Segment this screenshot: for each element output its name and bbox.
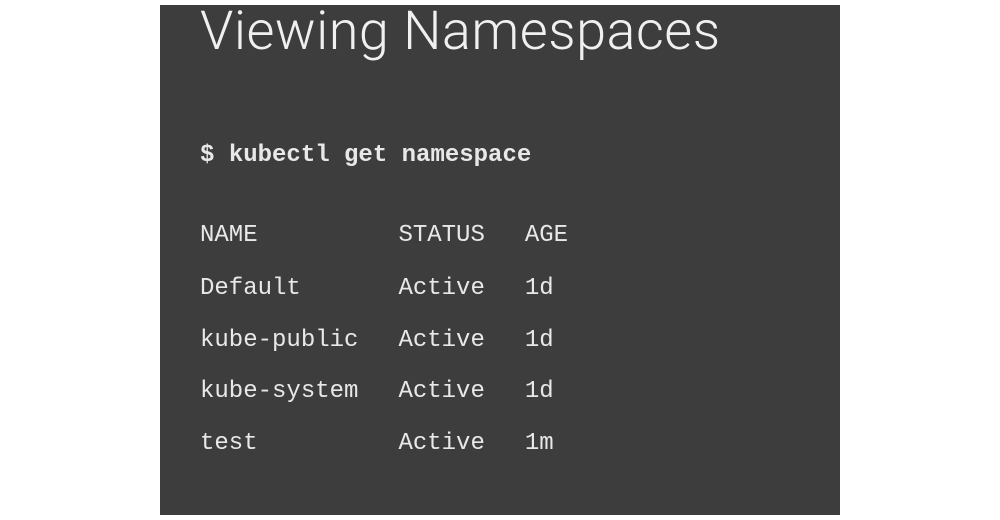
cell-age: 1d xyxy=(525,369,608,415)
cell-status: Active xyxy=(398,421,524,467)
table-header-row: NAME STATUS AGE xyxy=(200,213,608,261)
table-row: kube-public Active 1d xyxy=(200,318,608,364)
cell-name: kube-public xyxy=(200,318,398,364)
cell-name: Default xyxy=(200,266,398,312)
table-row: test Active 1m xyxy=(200,421,608,467)
cell-status: Active xyxy=(398,369,524,415)
cell-age: 1d xyxy=(525,266,608,312)
header-age: AGE xyxy=(525,213,608,261)
header-status: STATUS xyxy=(398,213,524,261)
cell-age: 1m xyxy=(525,421,608,467)
table-row: Default Active 1d xyxy=(200,266,608,312)
cell-status: Active xyxy=(398,318,524,364)
shell-command: kubectl get namespace xyxy=(229,142,531,169)
command-line: $ kubectl get namespace xyxy=(200,133,800,179)
slide: Viewing Namespaces $ kubectl get namespa… xyxy=(160,5,840,515)
slide-title: Viewing Namespaces xyxy=(200,5,800,63)
cell-status: Active xyxy=(398,266,524,312)
cell-age: 1d xyxy=(525,318,608,364)
namespace-table: NAME STATUS AGE Default Active 1d kube-p… xyxy=(200,207,608,473)
header-name: NAME xyxy=(200,213,398,261)
cell-name: test xyxy=(200,421,398,467)
shell-prompt: $ xyxy=(200,142,214,169)
terminal-output: $ kubectl get namespace NAME STATUS AGE … xyxy=(200,133,800,473)
table-row: kube-system Active 1d xyxy=(200,369,608,415)
cell-name: kube-system xyxy=(200,369,398,415)
